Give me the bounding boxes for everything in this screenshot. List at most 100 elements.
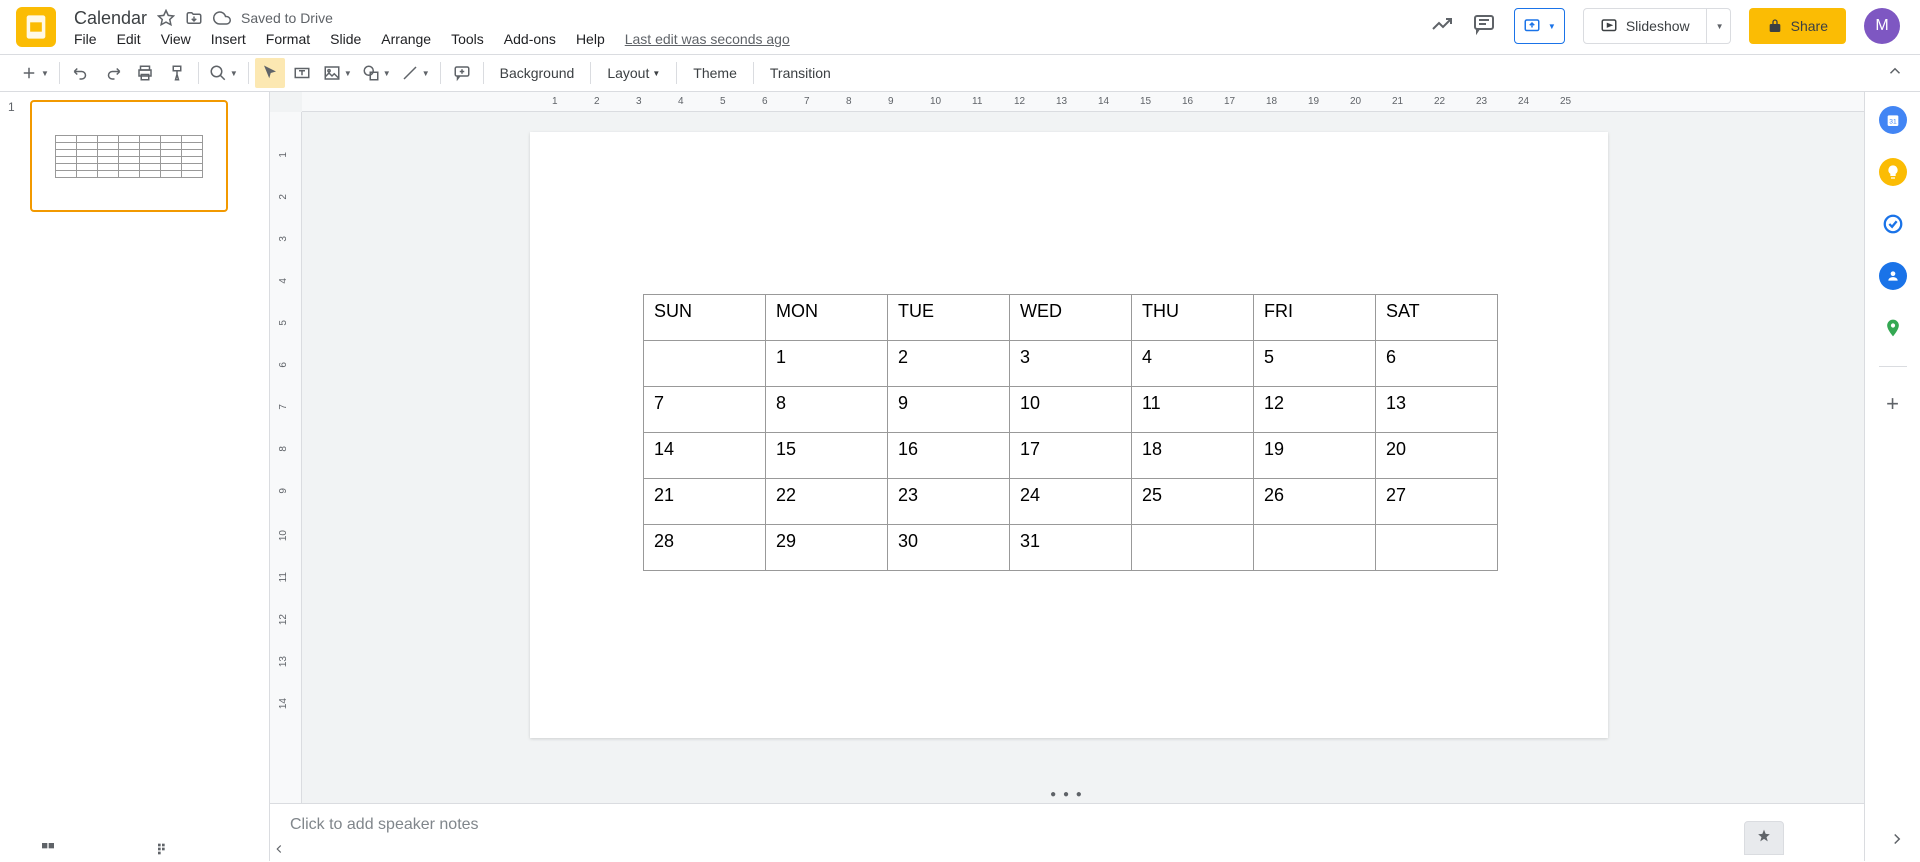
contacts-app-icon[interactable] <box>1879 262 1907 290</box>
menu-view[interactable]: View <box>161 31 191 47</box>
calendar-cell[interactable]: 7 <box>644 387 766 433</box>
calendar-header-cell[interactable]: WED <box>1010 295 1132 341</box>
menu-arrange[interactable]: Arrange <box>381 31 431 47</box>
activity-icon[interactable] <box>1430 12 1454 41</box>
chevron-left-icon[interactable] <box>272 842 286 861</box>
redo-button[interactable] <box>98 58 128 88</box>
user-avatar[interactable]: M <box>1864 8 1900 44</box>
calendar-header-cell[interactable]: TUE <box>888 295 1010 341</box>
calendar-cell[interactable] <box>1254 525 1376 571</box>
vertical-ruler[interactable]: 1234567891011121314 <box>270 112 302 861</box>
menu-file[interactable]: File <box>74 31 97 47</box>
grid-view-icon[interactable] <box>40 841 56 862</box>
calendar-cell[interactable]: 12 <box>1254 387 1376 433</box>
calendar-cell[interactable]: 16 <box>888 433 1010 479</box>
paint-format-button[interactable] <box>162 58 192 88</box>
select-tool[interactable] <box>255 58 285 88</box>
speaker-notes[interactable]: Click to add speaker notes <box>270 803 1864 861</box>
maps-app-icon[interactable] <box>1879 314 1907 342</box>
hide-side-panel-icon[interactable] <box>1888 830 1906 853</box>
notes-drag-handle[interactable]: ● ● ● <box>1050 789 1084 800</box>
calendar-app-icon[interactable]: 31 <box>1879 106 1907 134</box>
calendar-cell[interactable]: 3 <box>1010 341 1132 387</box>
calendar-cell[interactable]: 28 <box>644 525 766 571</box>
calendar-header-cell[interactable]: THU <box>1132 295 1254 341</box>
undo-button[interactable] <box>66 58 96 88</box>
calendar-cell[interactable]: 4 <box>1132 341 1254 387</box>
calendar-cell[interactable]: 22 <box>766 479 888 525</box>
line-tool[interactable]: ▼ <box>397 58 434 88</box>
print-button[interactable] <box>130 58 160 88</box>
calendar-cell[interactable]: 20 <box>1376 433 1498 479</box>
calendar-cell[interactable]: 27 <box>1376 479 1498 525</box>
calendar-cell[interactable]: 29 <box>766 525 888 571</box>
layout-button[interactable]: Layout▼ <box>597 58 670 88</box>
present-button[interactable]: ▼ <box>1514 8 1565 44</box>
calendar-cell[interactable]: 1 <box>766 341 888 387</box>
slide-thumbnail-1[interactable] <box>30 100 228 212</box>
calendar-cell[interactable]: 17 <box>1010 433 1132 479</box>
filmstrip-view-icon[interactable] <box>156 841 172 862</box>
calendar-cell[interactable]: 6 <box>1376 341 1498 387</box>
calendar-cell[interactable]: 21 <box>644 479 766 525</box>
keep-app-icon[interactable] <box>1879 158 1907 186</box>
explore-button[interactable] <box>1744 821 1784 855</box>
new-slide-button[interactable]: ▼ <box>16 58 53 88</box>
comment-tool[interactable] <box>447 58 477 88</box>
calendar-table[interactable]: SUNMONTUEWEDTHUFRISAT1234567891011121314… <box>643 294 1498 571</box>
calendar-cell[interactable]: 25 <box>1132 479 1254 525</box>
calendar-cell[interactable]: 26 <box>1254 479 1376 525</box>
shape-tool[interactable]: ▼ <box>358 58 395 88</box>
tasks-app-icon[interactable] <box>1879 210 1907 238</box>
calendar-cell[interactable] <box>1132 525 1254 571</box>
menu-format[interactable]: Format <box>266 31 310 47</box>
calendar-cell[interactable]: 19 <box>1254 433 1376 479</box>
transition-button[interactable]: Transition <box>760 58 841 88</box>
calendar-header-cell[interactable]: SUN <box>644 295 766 341</box>
star-icon[interactable] <box>157 9 175 27</box>
last-edit-link[interactable]: Last edit was seconds ago <box>625 31 790 47</box>
calendar-header-cell[interactable]: FRI <box>1254 295 1376 341</box>
comments-icon[interactable] <box>1472 12 1496 41</box>
menu-help[interactable]: Help <box>576 31 605 47</box>
share-button[interactable]: Share <box>1749 8 1846 44</box>
menu-slide[interactable]: Slide <box>330 31 361 47</box>
add-addon-button[interactable]: + <box>1886 391 1899 417</box>
zoom-button[interactable]: ▼ <box>205 58 242 88</box>
calendar-cell[interactable]: 5 <box>1254 341 1376 387</box>
theme-button[interactable]: Theme <box>683 58 747 88</box>
calendar-cell[interactable]: 13 <box>1376 387 1498 433</box>
slide-canvas[interactable]: SUNMONTUEWEDTHUFRISAT1234567891011121314… <box>530 132 1608 738</box>
calendar-cell[interactable]: 15 <box>766 433 888 479</box>
background-button[interactable]: Background <box>490 58 585 88</box>
slideshow-button[interactable]: Slideshow <box>1583 8 1707 44</box>
image-tool[interactable]: ▼ <box>319 58 356 88</box>
calendar-cell[interactable] <box>1376 525 1498 571</box>
calendar-cell[interactable]: 31 <box>1010 525 1132 571</box>
calendar-cell[interactable] <box>644 341 766 387</box>
calendar-cell[interactable]: 2 <box>888 341 1010 387</box>
slideshow-dropdown[interactable]: ▼ <box>1707 8 1731 44</box>
horizontal-ruler[interactable]: 1234567891011121314151617181920212223242… <box>302 92 1864 112</box>
calendar-cell[interactable]: 23 <box>888 479 1010 525</box>
calendar-cell[interactable]: 9 <box>888 387 1010 433</box>
calendar-cell[interactable]: 11 <box>1132 387 1254 433</box>
menu-edit[interactable]: Edit <box>117 31 141 47</box>
calendar-cell[interactable]: 14 <box>644 433 766 479</box>
slides-logo[interactable] <box>16 7 56 47</box>
document-title[interactable]: Calendar <box>74 8 147 29</box>
calendar-cell[interactable]: 30 <box>888 525 1010 571</box>
calendar-cell[interactable]: 18 <box>1132 433 1254 479</box>
textbox-tool[interactable] <box>287 58 317 88</box>
collapse-toolbar-icon[interactable] <box>1886 62 1904 85</box>
calendar-cell[interactable]: 24 <box>1010 479 1132 525</box>
menu-addons[interactable]: Add-ons <box>504 31 556 47</box>
move-icon[interactable] <box>185 9 203 27</box>
calendar-cell[interactable]: 10 <box>1010 387 1132 433</box>
calendar-header-cell[interactable]: SAT <box>1376 295 1498 341</box>
calendar-cell[interactable]: 8 <box>766 387 888 433</box>
menu-tools[interactable]: Tools <box>451 31 484 47</box>
menu-insert[interactable]: Insert <box>211 31 246 47</box>
calendar-header-cell[interactable]: MON <box>766 295 888 341</box>
cloud-icon[interactable] <box>213 9 231 27</box>
